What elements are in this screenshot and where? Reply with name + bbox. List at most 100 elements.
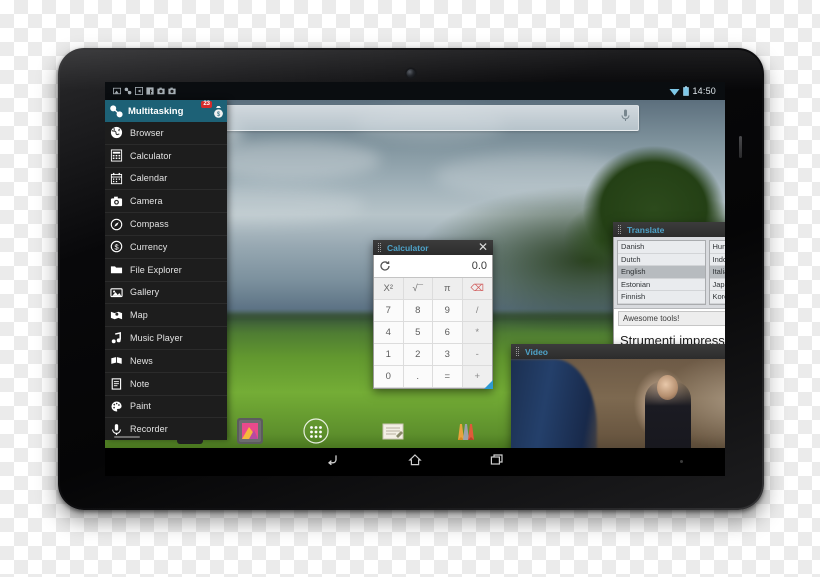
sidebar-item-currency[interactable]: $ Currency [105,236,227,259]
microphone-icon[interactable] [621,109,630,127]
calculator-window[interactable]: Calculator ✕ 0.0 X² √¯ π ⌫ 7 8 9 / 4 5 6… [373,240,493,389]
calc-key[interactable]: 9 [433,300,463,322]
calculator-title: Calculator [387,242,429,253]
target-language-list[interactable]: Hungarian Indonesian Italian Japanese Ko… [708,240,725,305]
sidebar-item-camera[interactable]: Camera [105,190,227,214]
sidebar-label: Camera [130,196,163,207]
camera-icon [157,87,165,95]
sidebar-item-calendar[interactable]: Calendar [105,168,227,191]
sidebar-item-gallery[interactable]: Gallery [105,282,227,305]
android-navigation-bar [105,448,725,476]
drag-handle-icon[interactable] [516,347,519,356]
money-bag-icon: $ [214,106,223,118]
sidebar-header[interactable]: Multitasking $ 23 [105,100,227,122]
close-icon[interactable]: ✕ [478,241,488,254]
language-option-selected[interactable]: English [618,266,705,279]
google-search-widget[interactable]: gle [197,105,639,131]
calc-key[interactable]: 2 [403,344,433,366]
calc-key[interactable]: * [462,322,492,344]
screenshot-icon [135,87,143,95]
video-titlebar[interactable]: Video ✕ [511,344,725,359]
language-selectors: Danish Dutch English Estonian Finnish Hu… [614,237,725,308]
sidebar-label: File Explorer [130,264,182,275]
sidebar-label: Note [130,378,150,389]
home-button[interactable] [407,452,423,473]
status-system-icons: 14:50 [669,86,725,96]
calc-key[interactable]: √¯ [403,278,433,300]
drag-handle-icon[interactable] [618,225,621,234]
translate-input[interactable]: Awesome tools! [618,311,725,326]
status-notification-icons [105,87,176,95]
language-option[interactable]: Estonian [618,279,705,291]
sidebar-scrollbar[interactable] [114,436,140,438]
back-button[interactable] [325,452,341,473]
recent-apps-icon [490,453,503,465]
folder-icon [110,266,123,274]
calc-key[interactable]: π [433,278,463,300]
language-option[interactable]: Indonesian [709,254,725,266]
camera-icon [110,196,123,206]
sidebar-label: Gallery [130,287,160,298]
calc-key[interactable]: 1 [374,344,404,366]
sidebar-item-note[interactable]: Note [105,373,227,396]
back-arrow-icon [328,454,337,465]
recents-button[interactable] [489,452,505,473]
calc-key[interactable]: X² [374,278,404,300]
language-option[interactable]: Hungarian [709,241,725,254]
sidebar-item-map[interactable]: Map [105,304,227,328]
multitasking-icon [124,87,132,95]
calc-key-backspace[interactable]: ⌫ [462,278,492,300]
gallery-icon[interactable] [237,418,263,444]
calc-key[interactable]: . [403,366,433,388]
sidebar-item-compass[interactable]: Compass [105,213,227,236]
drag-handle-icon[interactable] [378,243,381,252]
status-clock: 14:50 [692,86,716,96]
language-option[interactable]: Danish [618,241,705,254]
calc-key[interactable]: / [462,300,492,322]
calc-key[interactable]: 3 [433,344,463,366]
sidebar-item-news[interactable]: News [105,350,227,373]
app-drawer-icon[interactable] [302,417,330,445]
multitasking-sidebar[interactable]: Multitasking $ 23 Browser Calculator Cal… [105,100,227,440]
calculator-body: 0.0 X² √¯ π ⌫ 7 8 9 / 4 5 6 * 1 2 3 - 0 … [373,255,493,389]
calculator-keypad: X² √¯ π ⌫ 7 8 9 / 4 5 6 * 1 2 3 - 0 . = … [374,278,492,388]
compass-icon [110,218,123,230]
android-status-bar: 14:50 [105,82,725,100]
language-option[interactable]: Japanese [709,279,725,291]
source-language-list[interactable]: Danish Dutch English Estonian Finnish [617,240,706,305]
calc-key[interactable]: 7 [374,300,404,322]
calc-key[interactable]: 4 [374,322,404,344]
language-option[interactable]: Finnish [618,291,705,304]
side-indicator [739,136,742,158]
translate-input-row: Awesome tools! [614,307,725,329]
translate-titlebar[interactable]: Translate ✕ [613,222,725,237]
refresh-icon[interactable] [379,260,391,272]
screenshot-root: gle [0,0,820,577]
calc-key[interactable]: 6 [433,322,463,344]
sidebar-item-paint[interactable]: Paint [105,396,227,419]
sidebar-item-music-player[interactable]: Music Player [105,327,227,350]
language-option-selected[interactable]: Italian [709,266,725,279]
calc-key[interactable]: 0 [374,366,404,388]
language-option[interactable]: Korean [709,291,725,304]
note-icon [111,378,122,390]
pencils-icon[interactable] [453,418,479,444]
video-subject-head [657,375,678,400]
calculator-titlebar[interactable]: Calculator ✕ [373,240,493,255]
sidebar-item-calculator[interactable]: Calculator [105,145,227,168]
newspaper-icon [111,357,122,365]
sidebar-item-browser[interactable]: Browser [105,122,227,145]
calc-key[interactable]: - [462,344,492,366]
sidebar-label: Calculator [130,150,172,161]
calc-key[interactable]: 8 [403,300,433,322]
sidebar-badge: 23 [201,101,212,108]
language-option[interactable]: Dutch [618,254,705,266]
calc-key[interactable]: = [433,366,463,388]
home-icon [408,453,422,465]
sidebar-label: Browser [130,127,164,138]
nav-indicator-dot [680,460,683,463]
calc-key[interactable]: 5 [403,322,433,344]
sidebar-item-file-explorer[interactable]: File Explorer [105,259,227,282]
resize-handle[interactable] [484,380,493,389]
notes-icon[interactable] [380,418,406,444]
